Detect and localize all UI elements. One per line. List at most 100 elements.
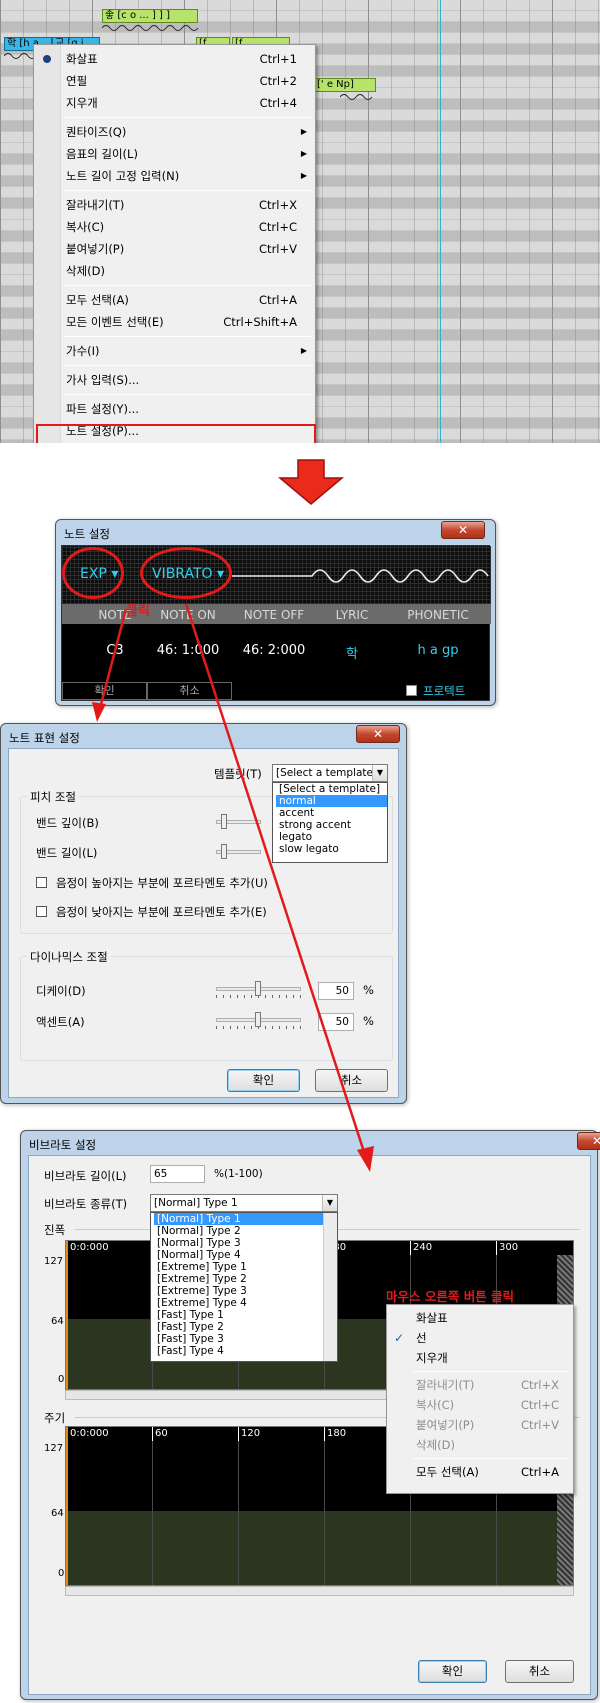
portamento-up-checkbox[interactable] [36, 877, 47, 888]
menu-item[interactable]: 복사(C) Ctrl+C [34, 216, 315, 238]
check-icon: ✓ [394, 1331, 405, 1345]
dropdown-option[interactable]: [Extreme] Type 1 [154, 1261, 323, 1273]
cell-value[interactable]: 46: 2:000 [229, 643, 319, 658]
dropdown-option[interactable]: [Normal] Type 2 [154, 1225, 323, 1237]
ok-button[interactable]: 확인 [418, 1660, 487, 1683]
dropdown-option[interactable]: [Select a template] [276, 783, 387, 795]
dynamics-group: 다이나믹스 조절 디케이(D) 액센트(A) 50 % 50 % [20, 949, 393, 1061]
slider-thumb[interactable] [255, 981, 261, 996]
close-button[interactable]: ✕ [441, 521, 485, 539]
dialog-title: 비브라토 설정 [29, 1138, 97, 1152]
grid-line [0, 0, 1, 443]
horizontal-scrollbar[interactable] [65, 1586, 574, 1596]
grid-line [345, 0, 346, 443]
cell-value[interactable]: C3 [80, 643, 150, 658]
dropdown-option[interactable]: [Normal] Type 4 [154, 1249, 323, 1261]
dropdown-option[interactable]: slow legato [276, 843, 387, 855]
dropdown-option[interactable]: [Extreme] Type 3 [154, 1285, 323, 1297]
cell-value[interactable]: 학 [317, 643, 387, 662]
menu-separator [64, 190, 311, 191]
vibrato-type-select[interactable]: [Normal] Type 1 ▼ [150, 1194, 338, 1212]
dropdown-option[interactable]: normal [276, 795, 387, 807]
piano-roll-grid[interactable]: 좋 [c o ... ] ] ] 학 [h a ... 교 [g j ... [… [0, 0, 600, 443]
menu-item[interactable]: 음표의 길이(L) ▶ [34, 143, 315, 165]
note-block[interactable]: [' e Np] [314, 78, 376, 92]
menu-item[interactable]: 잘라내기(T) Ctrl+X [34, 194, 315, 216]
dialog-body: 비브라토 길이(L) 65 %(1-100) 비브라토 종류(T) [Norma… [28, 1155, 591, 1695]
cell-value[interactable]: h a gp [385, 643, 491, 658]
menu-item[interactable]: 모두 선택(A) Ctrl+A [387, 1462, 573, 1482]
accent-input[interactable]: 50 [318, 1013, 354, 1031]
menu-item-label: 선 [416, 1331, 427, 1345]
menu-item-label: 화살표 [416, 1311, 448, 1325]
slider-thumb[interactable] [255, 1012, 261, 1027]
menu-item[interactable]: 모두 선택(A) Ctrl+A [34, 289, 315, 311]
decay-input[interactable]: 50 [318, 982, 354, 1000]
menu-item[interactable]: 화살표 [387, 1308, 573, 1328]
template-select[interactable]: [Select a template] ▼ [272, 764, 388, 782]
menu-item[interactable]: ✓ 선 [387, 1328, 573, 1348]
grid-line [414, 0, 415, 443]
menu-item[interactable]: 퀀타이즈(Q) ▶ [34, 121, 315, 143]
close-button[interactable]: ✕ [577, 1132, 600, 1150]
dropdown-option[interactable]: [Fast] Type 1 [154, 1309, 323, 1321]
menu-separator [64, 285, 311, 286]
expression-dialog: 노트 표현 설정 ✕ 템플릿(T) [Select a template] ▼ 피… [0, 723, 407, 1104]
unit-label: % [363, 983, 374, 997]
vertical-scrollbar[interactable] [323, 1213, 337, 1361]
menu-item[interactable]: 화살표 Ctrl+1 [34, 48, 315, 70]
grid-row [0, 11, 600, 22]
dropdown-option[interactable]: [Extreme] Type 2 [154, 1273, 323, 1285]
menu-item[interactable]: 모든 이벤트 선택(E) Ctrl+Shift+A [34, 311, 315, 333]
ok-button[interactable]: 확인 [227, 1069, 300, 1092]
dialog-body: 템플릿(T) [Select a template] ▼ 피치 조절 밴드 깊이(… [8, 748, 399, 1098]
dropdown-option[interactable]: [Normal] Type 1 [154, 1213, 323, 1225]
highlight-box [36, 424, 316, 443]
menu-item[interactable]: 지우개 Ctrl+4 [34, 92, 315, 114]
slider-thumb[interactable] [221, 814, 227, 829]
graph-context-menu: 화살표 ✓ 선 지우개 잘라내기(T) Ctrl+X 복사(C) Ctrl+C 붙여넣기(P) C… [386, 1304, 574, 1494]
menu-separator [64, 117, 311, 118]
dropdown-option[interactable]: [Extreme] Type 4 [154, 1297, 323, 1309]
cancel-button[interactable]: 취소 [505, 1660, 574, 1683]
menu-item[interactable]: 가수(I) ▶ [34, 340, 315, 362]
menu-item[interactable]: 노트 길이 고정 입력(N) ▶ [34, 165, 315, 187]
dropdown-option[interactable]: [Fast] Type 4 [154, 1345, 323, 1357]
cancel-button[interactable]: 취소 [147, 682, 232, 700]
grid-line [324, 1441, 325, 1585]
unit-label: % [363, 1014, 374, 1028]
dropdown-option[interactable]: accent [276, 807, 387, 819]
menu-separator [64, 365, 311, 366]
menu-item[interactable]: 가사 입력(S)... [34, 369, 315, 391]
cancel-button[interactable]: 취소 [315, 1069, 388, 1092]
bend-length-label: 밴드 길이(L) [36, 846, 98, 860]
menu-item-shortcut: Ctrl+1 [259, 52, 297, 66]
protect-checkbox[interactable] [406, 685, 417, 696]
cell-value[interactable]: 46: 1:000 [147, 643, 229, 658]
y-label: 0 [58, 1374, 65, 1385]
dropdown-option[interactable]: legato [276, 831, 387, 843]
menu-item[interactable]: 삭제(D) [34, 260, 315, 282]
dropdown-option[interactable]: [Fast] Type 3 [154, 1333, 323, 1345]
menu-item[interactable]: 지우개 [387, 1348, 573, 1368]
dropdown-option[interactable]: strong accent [276, 819, 387, 831]
vibrato-length-input[interactable]: 65 [150, 1165, 205, 1183]
portamento-down-checkbox[interactable] [36, 906, 47, 917]
menu-item[interactable]: 파트 설정(Y)... [34, 398, 315, 420]
slider-thumb[interactable] [221, 844, 227, 859]
menu-item-label: 퀀타이즈(Q) [66, 125, 127, 139]
menu-item-shortcut: Ctrl+V [259, 242, 297, 256]
dropdown-option[interactable]: [Fast] Type 2 [154, 1321, 323, 1333]
menu-item-label: 복사(C) [416, 1398, 455, 1412]
dropdown-option[interactable]: [Normal] Type 3 [154, 1237, 323, 1249]
note-block[interactable]: 좋 [c o ... ] ] ] [102, 9, 198, 23]
chevron-right-icon: ▶ [300, 127, 307, 136]
ok-button[interactable]: 확인 [62, 682, 147, 700]
grid-line [437, 0, 438, 443]
menu-item[interactable]: 붙여넣기(P) Ctrl+V [34, 238, 315, 260]
menu-item-shortcut: Ctrl+A [259, 293, 297, 307]
playhead [440, 0, 441, 443]
period-label: 주기 [44, 1411, 66, 1425]
menu-item[interactable]: 연필 Ctrl+2 [34, 70, 315, 92]
close-button[interactable]: ✕ [356, 725, 400, 743]
